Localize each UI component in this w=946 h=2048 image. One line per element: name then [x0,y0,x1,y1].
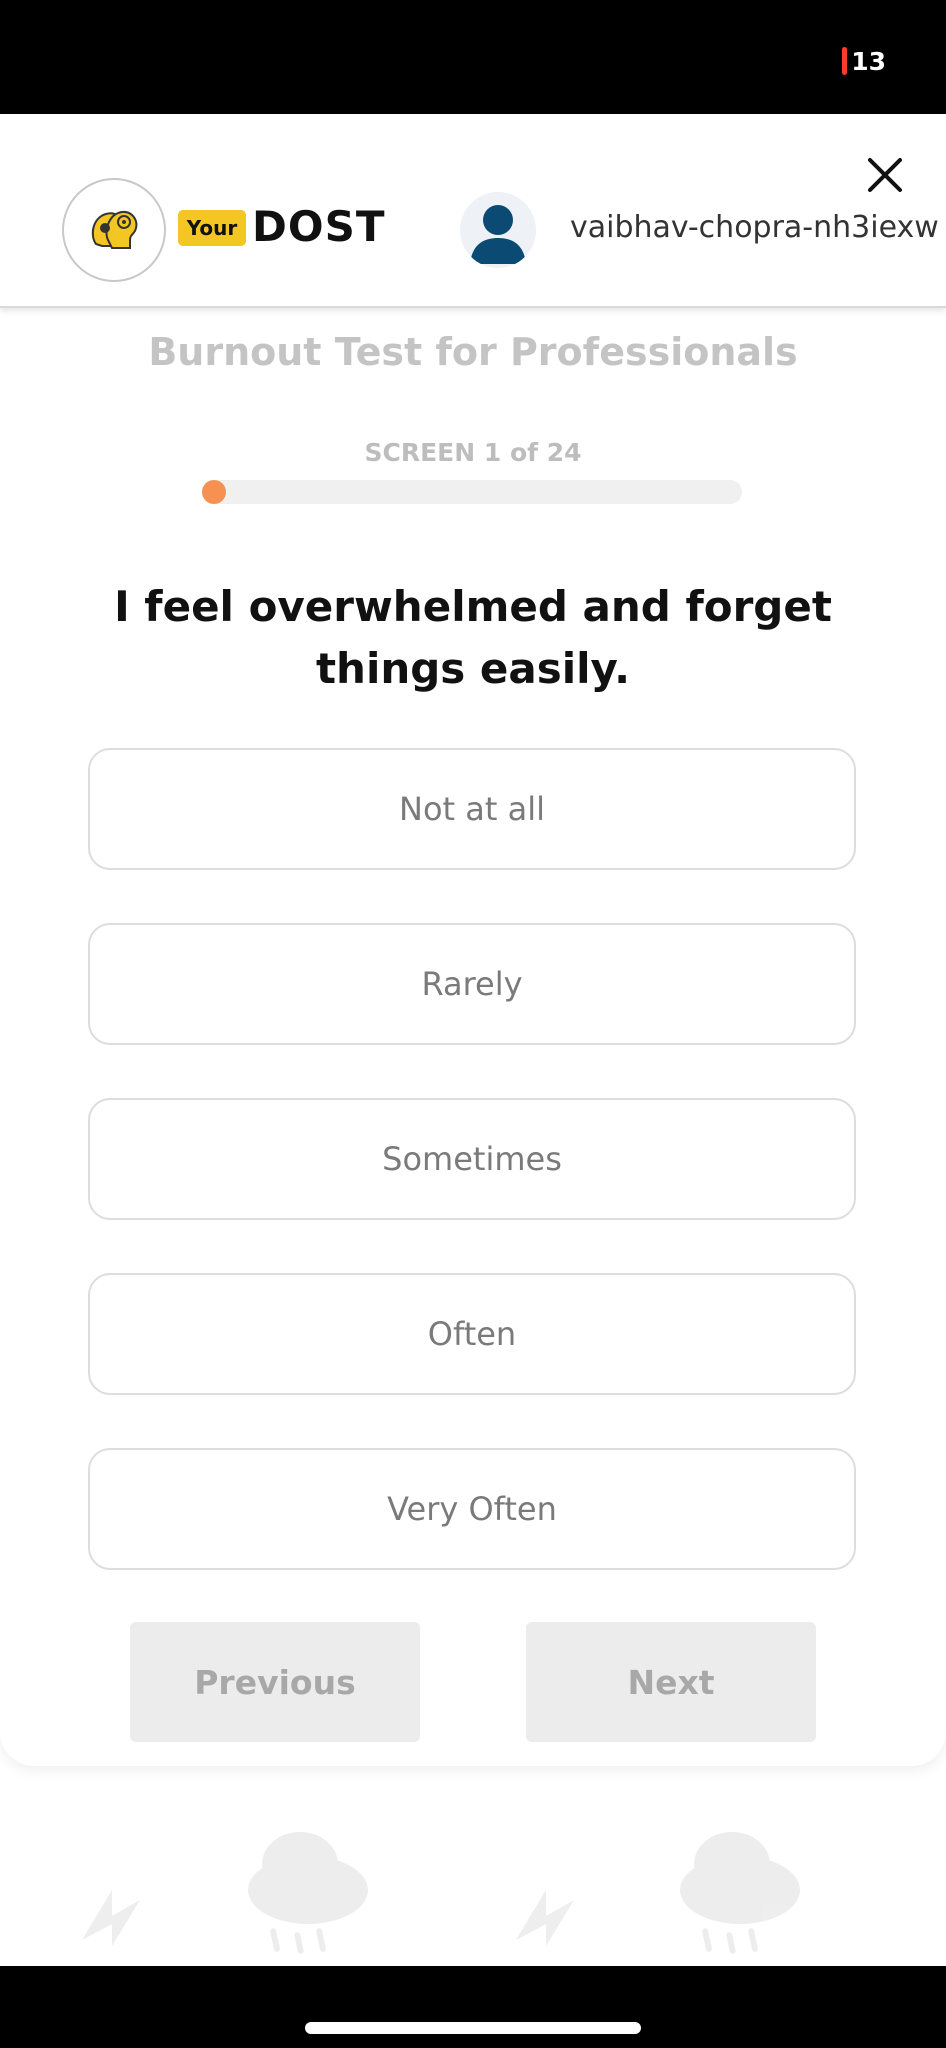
progress-bar [202,480,742,504]
option-not-at-all[interactable]: Not at all [88,748,856,870]
home-indicator[interactable] [305,2022,641,2034]
option-sometimes[interactable]: Sometimes [88,1098,856,1220]
test-title: Burnout Test for Professionals [148,330,798,374]
user-avatar-icon[interactable] [460,192,536,268]
weather-background-illustration [82,1740,800,1954]
home-indicator-area [0,1966,946,2048]
progress-indicator [202,480,226,504]
brand-logo-icon [62,178,166,282]
option-often[interactable]: Often [88,1273,856,1395]
app-screen: 13 Your DOST vaibhav-chopra-nh3iexw Burn… [0,0,946,2048]
app-header: Your DOST vaibhav-chopra-nh3iexw [0,114,946,308]
question-card: Burnout Test for Professionals SCREEN 1 … [0,306,946,1766]
battery-level: 13 [851,46,886,76]
option-very-often[interactable]: Very Often [88,1448,856,1570]
close-icon [868,158,902,192]
close-button[interactable] [860,150,910,200]
next-button[interactable]: Next [526,1622,816,1742]
brand-logo-your: Your [178,210,246,246]
brand-logo-dost: DOST [252,202,386,251]
previous-button[interactable]: Previous [130,1622,420,1742]
battery-indicator: 13 [842,46,886,76]
option-rarely[interactable]: Rarely [88,923,856,1045]
screen-counter: SCREEN 1 of 24 [364,438,582,467]
question-text: I feel overwhelmed and forget things eas… [114,582,832,693]
username: vaibhav-chopra-nh3iexw [570,210,939,245]
status-bar: 13 [0,0,946,114]
battery-icon [842,47,848,75]
